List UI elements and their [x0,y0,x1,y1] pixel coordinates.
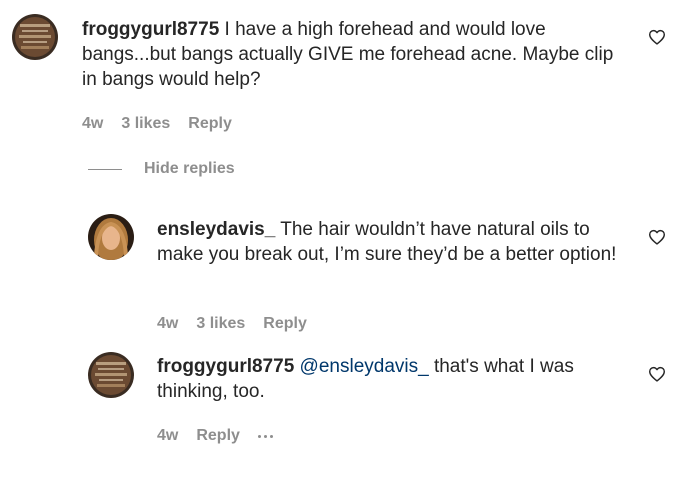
avatar[interactable] [88,352,134,398]
heart-outline-icon[interactable] [648,229,666,245]
timestamp: 4w [157,427,179,444]
reply-button[interactable]: Reply [196,427,240,445]
comment-meta: 4w 3 likes Reply [157,315,325,333]
more-options-icon[interactable] [257,434,273,438]
reply-button[interactable]: Reply [188,115,232,133]
comment-meta: 4w Reply [157,427,291,445]
username[interactable]: ensleydavis_ [157,219,275,240]
comment-text: froggygurl8775 @ensleydavis_ that's what… [157,354,622,404]
comment-text: ensleydavis_ The hair wouldn’t have natu… [157,217,622,267]
heart-outline-icon[interactable] [648,366,666,382]
avatar[interactable] [88,214,134,260]
divider-line [88,168,122,170]
timestamp: 4w [157,315,179,332]
avatar-image [88,352,134,398]
avatar[interactable] [12,14,58,60]
comment-meta: 4w 3 likes Reply [82,115,250,133]
mention-link[interactable]: @ensleydavis_ [300,356,429,377]
timestamp: 4w [82,115,104,132]
likes-count[interactable]: 3 likes [196,315,245,333]
username[interactable]: froggygurl8775 [157,356,294,377]
hide-replies-button[interactable]: Hide replies [88,160,235,178]
avatar-image [88,214,134,260]
hide-replies-label: Hide replies [144,160,235,177]
username[interactable]: froggygurl8775 [82,19,219,40]
comment-text: froggygurl8775 I have a high forehead an… [82,17,622,92]
reply-button[interactable]: Reply [263,315,307,333]
avatar-image [12,14,58,60]
likes-count[interactable]: 3 likes [121,115,170,133]
heart-outline-icon[interactable] [648,29,666,45]
